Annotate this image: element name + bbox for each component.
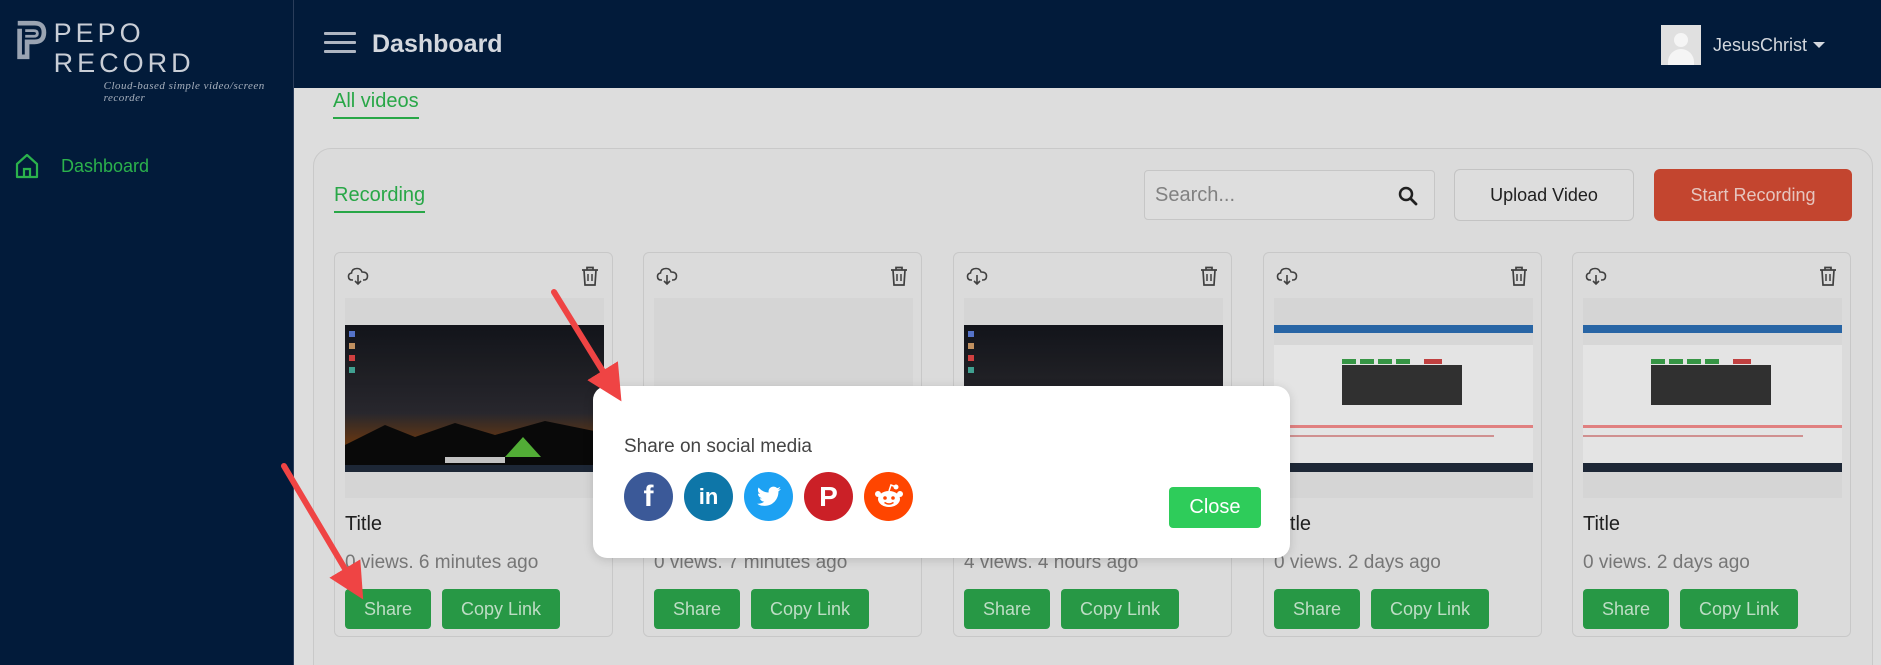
chevron-down-icon [1813, 42, 1825, 48]
copy-link-button[interactable]: Copy Link [442, 589, 560, 629]
cloud-download-icon[interactable] [656, 265, 678, 287]
facebook-icon[interactable]: f [624, 472, 673, 521]
video-title[interactable]: Title [1583, 513, 1620, 536]
share-button[interactable]: Share [654, 589, 740, 629]
avatar [1660, 25, 1701, 65]
video-card: Title 0 views. 2 days ago Share Copy Lin… [1263, 252, 1542, 637]
social-buttons: f in P [624, 472, 924, 521]
trash-icon[interactable] [580, 265, 600, 287]
trash-icon[interactable] [889, 265, 909, 287]
share-button[interactable]: Share [345, 589, 431, 629]
home-icon [15, 153, 39, 179]
copy-link-button[interactable]: Copy Link [1061, 589, 1179, 629]
video-meta: 0 views. 2 days ago [1583, 552, 1750, 573]
copy-link-button[interactable]: Copy Link [751, 589, 869, 629]
trash-icon[interactable] [1509, 265, 1529, 287]
sidebar-item-label: Dashboard [61, 155, 150, 176]
all-videos-link[interactable]: All videos [333, 90, 419, 119]
start-recording-button[interactable]: Start Recording [1654, 169, 1852, 221]
reddit-icon[interactable] [864, 472, 913, 521]
search-box [1144, 170, 1435, 220]
video-meta: 0 views. 2 days ago [1274, 552, 1441, 573]
trash-icon[interactable] [1199, 265, 1219, 287]
pinterest-icon[interactable]: P [804, 472, 853, 521]
search-input[interactable] [1155, 171, 1385, 219]
video-thumbnail[interactable] [1274, 298, 1533, 498]
cloud-download-icon[interactable] [966, 265, 988, 287]
modal-title: Share on social media [624, 436, 812, 457]
user-menu[interactable]: JesusChrist [1660, 25, 1825, 65]
copy-link-button[interactable]: Copy Link [1371, 589, 1489, 629]
thumbnail-image [345, 325, 604, 472]
brand[interactable]: PEPO RECORD Cloud-based simple video/scr… [14, 18, 293, 104]
tab-recording[interactable]: Recording [334, 184, 426, 213]
upload-video-button[interactable]: Upload Video [1454, 169, 1634, 221]
pepo-logo-icon [17, 20, 47, 60]
linkedin-icon[interactable]: in [684, 472, 733, 521]
video-title[interactable]: Title [345, 513, 382, 536]
menu-toggle-icon[interactable] [324, 32, 356, 54]
video-thumbnail[interactable] [345, 298, 604, 498]
copy-link-button[interactable]: Copy Link [1680, 589, 1798, 629]
share-modal: Share on social media f in P Close [593, 386, 1290, 558]
sidebar: PEPO RECORD Cloud-based simple video/scr… [0, 0, 294, 665]
search-icon[interactable] [1398, 186, 1418, 206]
video-card: Title 0 views. 6 minutes ago Share Copy … [334, 252, 613, 637]
page-title: Dashboard [372, 30, 503, 58]
share-button[interactable]: Share [1274, 589, 1360, 629]
brand-name: PEPO RECORD [53, 18, 195, 78]
video-thumbnail[interactable] [1583, 298, 1842, 498]
top-header: Dashboard JesusChrist [294, 0, 1881, 88]
video-card: Title 0 views. 2 days ago Share Copy Lin… [1572, 252, 1851, 637]
share-button[interactable]: Share [1583, 589, 1669, 629]
thumbnail-image [1583, 325, 1842, 472]
cloud-download-icon[interactable] [1276, 265, 1298, 287]
twitter-icon[interactable] [744, 472, 793, 521]
cloud-download-icon[interactable] [1585, 265, 1607, 287]
video-meta: 0 views. 6 minutes ago [345, 552, 539, 573]
user-name: JesusChrist [1712, 34, 1807, 55]
brand-tagline: Cloud-based simple video/screen recorder [103, 80, 265, 104]
sidebar-item-dashboard[interactable]: Dashboard [14, 152, 149, 180]
trash-icon[interactable] [1818, 265, 1838, 287]
thumbnail-image [1274, 325, 1533, 472]
close-button[interactable]: Close [1169, 487, 1261, 528]
cloud-download-icon[interactable] [347, 265, 369, 287]
share-button[interactable]: Share [964, 589, 1050, 629]
